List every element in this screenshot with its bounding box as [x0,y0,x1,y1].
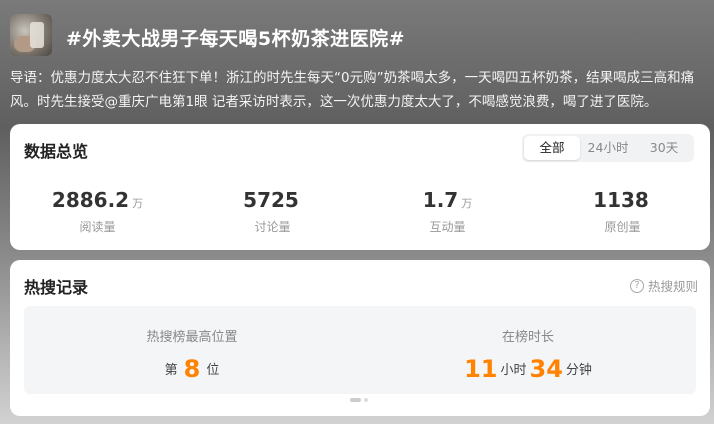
stat-discussions: 5725 讨论量 [185,188,360,235]
duration-label: 在榜时长 [501,330,554,345]
peak-prefix: 第 [164,363,178,378]
hot-search-record-card: 热搜记录 ? 热搜规则 热搜榜最高位置 第8位 在榜时长 11 小时 34 分钟 [10,260,710,416]
duration-minutes: 34 [529,355,563,383]
topic-title: #外卖大战男子每天喝5杯奶茶进医院# [66,28,406,50]
stat-label: 阅读量 [79,220,116,234]
help-circle-icon: ? [629,278,644,293]
stat-value: 2886.2 [51,188,130,212]
hot-search-rules-link[interactable]: ? 热搜规则 [629,276,698,295]
time-on-list: 在榜时长 11 小时 34 分钟 [360,306,696,394]
peak-label: 热搜榜最高位置 [146,330,238,345]
stat-interactions: 1.7 万 互动量 [360,188,535,235]
peak-rank-value: 8 [183,355,201,383]
topic-header: #外卖大战男子每天喝5杯奶茶进医院# 导语：优惠力度太大忍不住狂下单！浙江的时先… [0,0,714,124]
topic-thumbnail [10,14,52,56]
overview-title: 数据总览 [24,142,89,161]
stat-originals: 1138 原创量 [535,188,710,235]
rules-label: 热搜规则 [647,279,698,294]
minutes-unit: 分钟 [565,363,592,378]
topic-intro: 导语：优惠力度太大忍不住狂下单！浙江的时先生每天“0元购”奶茶喝太多，一天喝四五… [10,70,695,110]
stats-row: 2886.2 万 阅读量 5725 讨论量 1.7 万 互动量 1138 原创量 [10,188,710,235]
data-overview-card: 数据总览 全部 24小时 30天 2886.2 万 阅读量 5725 讨论量 1.… [10,124,710,250]
stat-unit: 万 [461,197,473,210]
duration-hours: 11 [464,355,498,383]
pager-dot[interactable] [364,398,368,402]
hours-unit: 小时 [500,363,527,378]
tab-24h[interactable]: 24小时 [580,136,636,160]
pager-dot[interactable] [350,398,361,402]
stat-label: 讨论量 [254,220,291,234]
records-title: 热搜记录 [24,278,89,297]
stat-value: 1.7 [422,188,459,212]
pager-dots [350,398,368,402]
peak-suffix: 位 [206,363,220,378]
tab-30d[interactable]: 30天 [636,136,692,160]
stat-unit: 万 [132,197,144,210]
records-panel: 热搜榜最高位置 第8位 在榜时长 11 小时 34 分钟 [24,306,696,394]
stat-label: 互动量 [429,220,466,234]
peak-position: 热搜榜最高位置 第8位 [24,306,360,394]
tab-all[interactable]: 全部 [524,136,580,160]
stat-value: 5725 [243,188,299,212]
stat-value: 1138 [593,188,649,212]
stat-label: 原创量 [604,220,641,234]
time-range-tabs: 全部 24小时 30天 [522,134,694,162]
stat-reads: 2886.2 万 阅读量 [10,188,185,235]
